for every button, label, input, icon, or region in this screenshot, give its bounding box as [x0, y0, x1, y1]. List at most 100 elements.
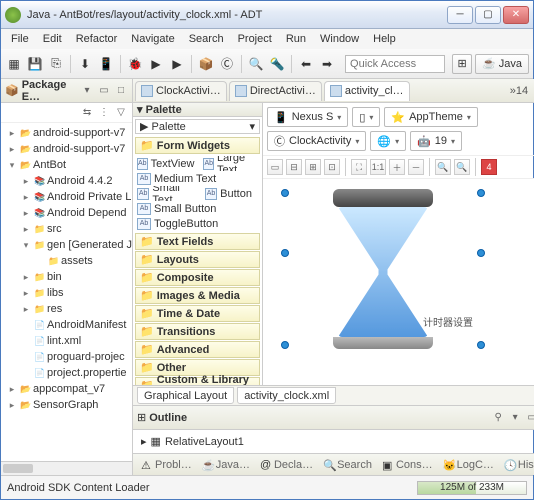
activity-selector[interactable]: Ⓒ ClockActivity [267, 131, 366, 151]
collapse-all-button[interactable]: ⇆ [80, 106, 94, 120]
tab-overflow[interactable]: »14 [506, 85, 532, 97]
tree-node[interactable]: ▸📚Android 4.4.2 [1, 173, 132, 189]
tree-node[interactable]: ▸📁bin [1, 269, 132, 285]
menu-edit[interactable]: Edit [37, 31, 68, 47]
search-button[interactable]: 🔦 [268, 55, 286, 73]
editor-tab[interactable]: DirectActivi… [229, 81, 322, 101]
palette-item[interactable]: Medium Text [154, 173, 216, 185]
align-center-button[interactable]: ⊞ [305, 159, 321, 175]
palette-category[interactable]: 📁Text Fields [135, 233, 260, 250]
bottom-view-tab[interactable]: ⚠Probl… [137, 459, 196, 471]
open-type-button[interactable]: 🔍 [247, 55, 265, 73]
bottom-view-tab[interactable]: 🔍Search [319, 459, 376, 471]
tree-node[interactable]: ▸📚Android Depend [1, 205, 132, 221]
menu-help[interactable]: Help [367, 31, 402, 47]
palette-category[interactable]: 📁Images & Media [135, 287, 260, 304]
new-class-button[interactable]: Ⓒ [218, 55, 236, 73]
menu-file[interactable]: File [5, 31, 35, 47]
bottom-view-tab[interactable]: 🕓History [500, 459, 534, 471]
debug-button[interactable]: 🐞 [126, 55, 144, 73]
outline-expand-icon[interactable]: ▸ [141, 435, 147, 448]
tree-node[interactable]: ▾📁gen [Generated J [1, 237, 132, 253]
editor-tab[interactable]: ClockActivi… [135, 81, 227, 101]
device-selector[interactable]: 📱 Nexus S [267, 107, 348, 127]
sdk-manager-button[interactable]: ⬇ [76, 55, 94, 73]
tree-node[interactable]: ▸📂SensorGraph [1, 397, 132, 413]
editor-bottom-tab[interactable]: Graphical Layout [137, 387, 234, 404]
run-last-button[interactable]: ▶ [168, 55, 186, 73]
palette-category[interactable]: 📁Layouts [135, 251, 260, 268]
tree-node[interactable]: 📄project.propertie [1, 365, 132, 381]
toggle-viewport-button[interactable]: ▭ [267, 159, 283, 175]
api-selector[interactable]: 🤖 19 [410, 131, 462, 151]
tree-node[interactable]: ▸📂android-support-v7 [1, 141, 132, 157]
orientation-selector[interactable]: ▯ [352, 107, 380, 127]
bottom-view-tab[interactable]: ☕Java… [198, 459, 254, 471]
bottom-view-tab[interactable]: ▣Cons… [378, 459, 437, 471]
open-perspective-button[interactable]: ⊞ [452, 54, 472, 74]
menu-search[interactable]: Search [183, 31, 230, 47]
palette-category[interactable]: 📁Advanced [135, 341, 260, 358]
view-menu-icon[interactable]: ▽ [114, 106, 128, 120]
java-perspective-button[interactable]: ☕Java [475, 54, 529, 74]
bottom-view-tab[interactable]: @Decla… [256, 459, 317, 471]
memory-indicator[interactable]: 125M of 233M [417, 481, 527, 495]
editor-tab[interactable]: activity_cl… [324, 81, 410, 101]
run-button[interactable]: ▶ [147, 55, 165, 73]
outline-root[interactable]: RelativeLayout1 [165, 436, 244, 448]
menu-navigate[interactable]: Navigate [125, 31, 180, 47]
lint-warnings-button[interactable]: 4 [481, 159, 497, 175]
theme-selector[interactable]: ⭐ AppTheme [384, 107, 478, 127]
link-editor-button[interactable]: ⋮ [97, 106, 111, 120]
new-package-button[interactable]: 📦 [197, 55, 215, 73]
zoom-in2-button[interactable]: 🔍 [454, 159, 470, 175]
editor-bottom-tab[interactable]: activity_clock.xml [237, 387, 336, 404]
palette-category[interactable]: 📁Composite [135, 269, 260, 286]
palette-item[interactable]: TextView [151, 158, 195, 170]
menu-project[interactable]: Project [232, 31, 278, 47]
locale-selector[interactable]: 🌐 [370, 131, 406, 151]
zoom-in-button[interactable]: ＋ [389, 159, 405, 175]
palette-item[interactable]: Large Text [217, 156, 252, 171]
layout-canvas[interactable]: 计时器设置 [263, 179, 534, 385]
palette-category[interactable]: 📁Time & Date [135, 305, 260, 322]
palette-item[interactable]: Small Text [152, 186, 195, 201]
outline-menu-button[interactable]: ▾ [508, 411, 522, 425]
forward-button[interactable]: ➡ [318, 55, 336, 73]
outline-min-button[interactable]: ▭ [525, 411, 534, 425]
tree-node[interactable]: ▾📂AntBot [1, 157, 132, 173]
palette-expand-icon[interactable]: ▾ [137, 103, 143, 116]
tree-node[interactable]: ▸📁src [1, 221, 132, 237]
back-button[interactable]: ⬅ [297, 55, 315, 73]
zoom-actual-button[interactable]: 🔍 [435, 159, 451, 175]
bottom-view-tab[interactable]: 🐱LogC… [439, 459, 498, 471]
quick-access-input[interactable] [345, 55, 445, 73]
menu-run[interactable]: Run [280, 31, 312, 47]
align-left-button[interactable]: ⊟ [286, 159, 302, 175]
tree-node[interactable]: ▸📁libs [1, 285, 132, 301]
minimize-view-button[interactable]: ▭ [97, 84, 111, 98]
palette-category[interactable]: 📁Form Widgets [135, 137, 260, 154]
save-button[interactable]: 💾 [26, 55, 44, 73]
zoom-reset-button[interactable]: 1:1 [370, 159, 386, 175]
tree-node[interactable]: ▸📁res [1, 301, 132, 317]
maximize-button[interactable]: ▢ [475, 6, 501, 24]
tree-node[interactable]: ▸📂appcompat_v7 [1, 381, 132, 397]
palette-category[interactable]: 📁Custom & Library Views [135, 377, 260, 385]
close-button[interactable]: ✕ [503, 6, 529, 24]
view-menu-button[interactable]: ▾ [80, 84, 94, 98]
palette-item[interactable]: Button [220, 188, 252, 200]
avd-manager-button[interactable]: 📱 [97, 55, 115, 73]
horizontal-scrollbar[interactable] [1, 461, 132, 475]
new-button[interactable]: ▦ [5, 55, 23, 73]
zoom-fit-button[interactable]: ⛶ [351, 159, 367, 175]
menu-refactor[interactable]: Refactor [70, 31, 124, 47]
menu-window[interactable]: Window [314, 31, 365, 47]
tree-node[interactable]: 📁assets [1, 253, 132, 269]
maximize-view-button[interactable]: □ [114, 84, 128, 98]
palette-item[interactable]: Small Button [154, 203, 216, 215]
palette-selector[interactable]: ▶ Palette▾ [135, 119, 260, 134]
minimize-button[interactable]: ─ [447, 6, 473, 24]
tree-node[interactable]: 📄lint.xml [1, 333, 132, 349]
save-all-button[interactable]: ⎘ [47, 55, 65, 73]
